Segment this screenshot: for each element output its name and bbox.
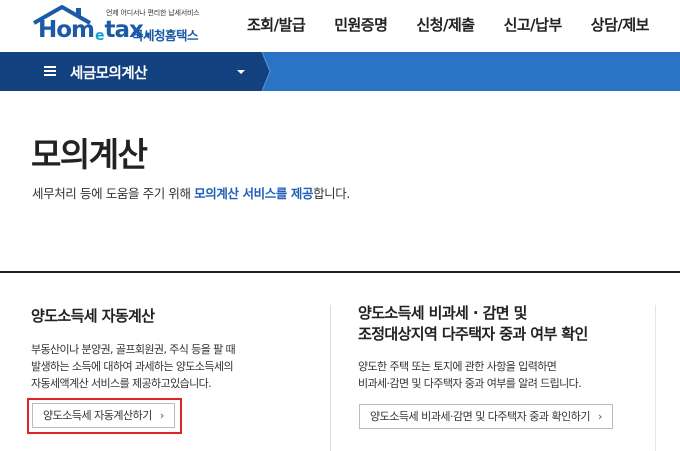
hometax-logo[interactable]: 언제 어디서나 편리한 납세서비스 Hometax. 국세청홈택스	[32, 5, 217, 47]
nav-item-apply[interactable]: 신청/제출	[416, 14, 475, 35]
menu-label: 세금모의계산	[70, 66, 148, 82]
highlight-annotation	[27, 398, 182, 434]
card-capital-gains-auto-text: 부동산이나 분양권, 골프회원권, 주식 등을 팔 때 발생하는 소득에 대하여…	[31, 343, 236, 390]
main-nav: 조회/발급 민원증명 신청/제출 신고/납부 상담/제보	[247, 14, 678, 35]
section-divider	[0, 271, 680, 273]
chevron-down-icon	[237, 70, 245, 74]
page-description: 세무처리 등에 도움을 주기 위해 모의계산 서비스를 제공합니다.	[32, 186, 350, 201]
site-header: 언제 어디서나 편리한 납세서비스 Hometax. 국세청홈택스 조회/발급 …	[0, 0, 680, 52]
column-divider-right	[655, 305, 656, 451]
page-title: 모의계산	[31, 135, 148, 174]
card-exemption-check-text: 양도한 주택 또는 토지에 관한 사항을 입력하면 비과세·감면 및 다주택자 …	[358, 360, 582, 390]
hamburger-icon	[44, 66, 56, 76]
chevron-right-icon: ›	[598, 410, 602, 423]
column-divider	[330, 305, 331, 451]
card-capital-gains-auto-title: 양도소득세 자동계산	[31, 307, 155, 325]
card-exemption-check-title: 양도소득세 비과세 · 감면 및 조정대상지역 다주택자 중과 여부 확인	[358, 304, 588, 343]
breadcrumb-arrow	[256, 52, 271, 91]
logo-subtitle: 국세청홈택스	[132, 28, 199, 43]
nav-item-certificates[interactable]: 민원증명	[334, 14, 388, 35]
nav-item-lookup[interactable]: 조회/발급	[247, 14, 306, 35]
nav-item-report-pay[interactable]: 신고/납부	[504, 14, 563, 35]
nav-item-consult[interactable]: 상담/제보	[591, 14, 650, 35]
sub-menu-bar: 세금모의계산	[0, 52, 680, 91]
exemption-check-button[interactable]: 양도소득세 비과세·감면 및 다주택자 중과 확인하기 ›	[359, 404, 613, 429]
